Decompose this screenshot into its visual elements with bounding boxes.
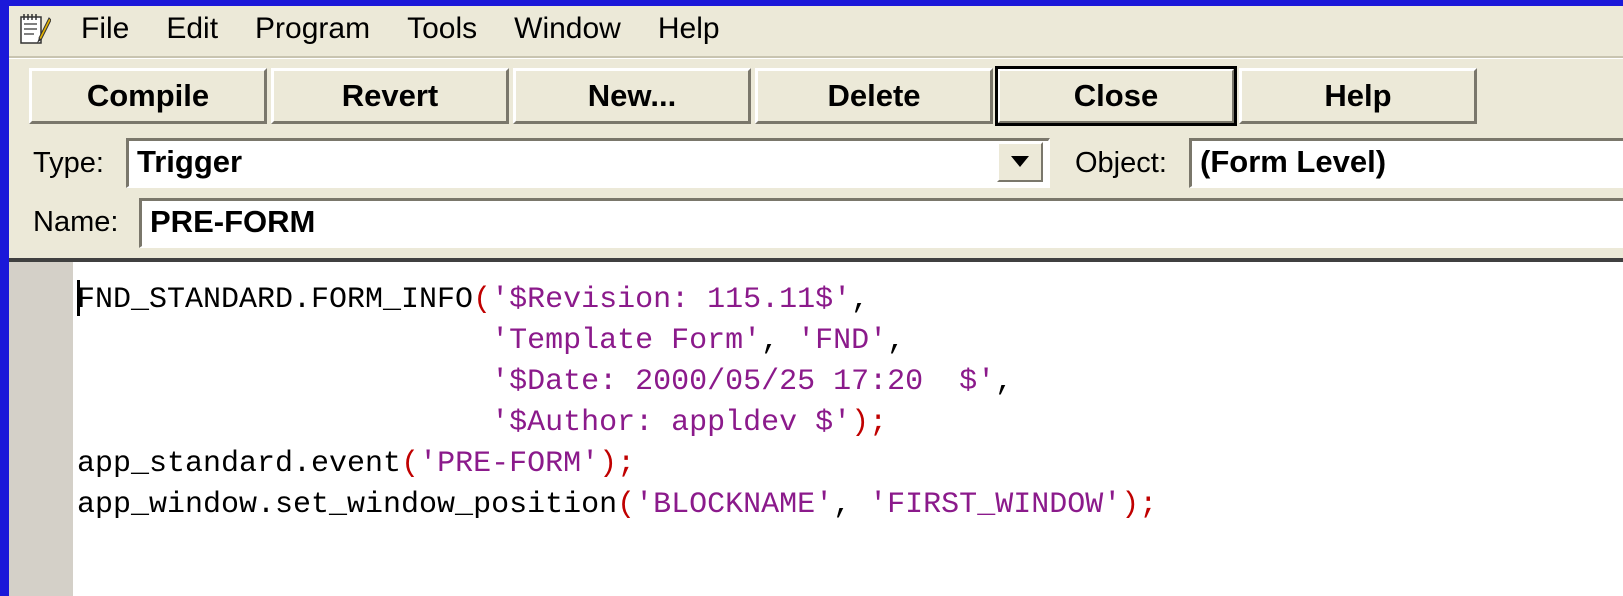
code-token: , bbox=[833, 488, 870, 522]
code-token: app_standard.event bbox=[77, 447, 402, 481]
code-token: ); bbox=[599, 447, 636, 481]
code-token: 'BLOCKNAME' bbox=[635, 488, 834, 522]
revert-button[interactable]: Revert bbox=[271, 68, 509, 124]
editor-gutter bbox=[9, 262, 73, 596]
code-line: 'Template Form', 'FND', bbox=[77, 321, 1157, 362]
text-caret bbox=[77, 280, 80, 316]
type-select[interactable]: Trigger bbox=[126, 138, 1050, 188]
object-label: Object: bbox=[1075, 147, 1167, 179]
help-button[interactable]: Help bbox=[1239, 68, 1477, 124]
chevron-down-icon bbox=[1011, 156, 1029, 167]
code-token: app_window.set_window_position bbox=[77, 488, 618, 522]
type-dropdown-button[interactable] bbox=[997, 142, 1043, 182]
menu-edit[interactable]: Edit bbox=[166, 6, 218, 52]
code-line: app_window.set_window_position('BLOCKNAM… bbox=[77, 485, 1157, 526]
code-token: , bbox=[887, 324, 906, 358]
type-select-value: Trigger bbox=[137, 144, 243, 179]
notepad-icon bbox=[9, 6, 53, 52]
menu-program[interactable]: Program bbox=[255, 6, 370, 52]
name-field-value: PRE-FORM bbox=[150, 204, 316, 239]
code-editor[interactable]: FND_STANDARD.FORM_INFO('$Revision: 115.1… bbox=[9, 258, 1623, 596]
object-field[interactable]: (Form Level) bbox=[1189, 138, 1623, 188]
close-button[interactable]: Close bbox=[995, 66, 1237, 126]
code-token: 'Template Form' bbox=[491, 324, 762, 358]
code-token: 'FIRST_WINDOW' bbox=[869, 488, 1122, 522]
menu-tools[interactable]: Tools bbox=[407, 6, 477, 52]
code-token: ( bbox=[617, 488, 636, 522]
menu-help[interactable]: Help bbox=[658, 6, 720, 52]
menu-file[interactable]: File bbox=[81, 6, 129, 52]
source-code[interactable]: FND_STANDARD.FORM_INFO('$Revision: 115.1… bbox=[77, 280, 1157, 526]
code-line: app_standard.event('PRE-FORM'); bbox=[77, 444, 1157, 485]
code-line: '$Author: appldev $'); bbox=[77, 403, 1157, 444]
type-label: Type: bbox=[33, 147, 104, 179]
button-toolbar: Compile Revert New... Delete Close Help bbox=[29, 66, 1481, 130]
code-token: 'PRE-FORM' bbox=[419, 447, 600, 481]
code-token: '$Author: appldev $' bbox=[491, 406, 852, 440]
object-field-value: (Form Level) bbox=[1200, 144, 1387, 179]
code-token: , bbox=[995, 365, 1014, 399]
code-token: , bbox=[761, 324, 798, 358]
pl-sql-editor-window: File Edit Program Tools Window Help Comp… bbox=[9, 6, 1623, 596]
code-token: 'FND' bbox=[797, 324, 888, 358]
menu-separator bbox=[9, 56, 1623, 59]
code-line: FND_STANDARD.FORM_INFO('$Revision: 115.1… bbox=[77, 280, 1157, 321]
name-field[interactable]: PRE-FORM bbox=[139, 198, 1623, 248]
code-token: ); bbox=[851, 406, 888, 440]
code-token: ( bbox=[473, 283, 492, 317]
code-token: '$Revision: 115.11$' bbox=[491, 283, 852, 317]
new-button[interactable]: New... bbox=[513, 68, 751, 124]
code-token: FND_STANDARD.FORM_INFO bbox=[77, 283, 474, 317]
code-token: , bbox=[851, 283, 870, 317]
compile-button[interactable]: Compile bbox=[29, 68, 267, 124]
delete-button[interactable]: Delete bbox=[755, 68, 993, 124]
code-line: '$Date: 2000/05/25 17:20 $', bbox=[77, 362, 1157, 403]
code-token: ); bbox=[1121, 488, 1158, 522]
menu-bar: File Edit Program Tools Window Help bbox=[9, 6, 1623, 52]
menu-window[interactable]: Window bbox=[514, 6, 621, 52]
code-token: ( bbox=[401, 447, 420, 481]
name-label: Name: bbox=[33, 206, 119, 238]
code-token: '$Date: 2000/05/25 17:20 $' bbox=[491, 365, 996, 399]
